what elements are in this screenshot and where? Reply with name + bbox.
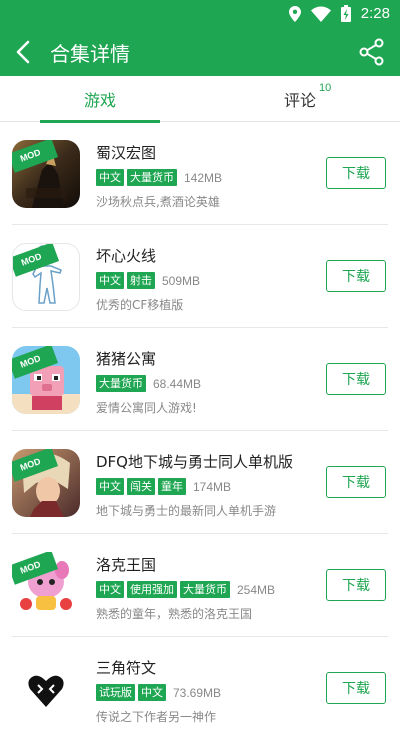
tag: 中文 — [96, 272, 124, 289]
list-item[interactable]: MOD 洛克王国 中文 使用强加 大量货币 254MB 熟悉的童年，熟悉的洛克王… — [12, 534, 388, 637]
wifi-icon — [310, 6, 331, 22]
status-time: 2:28 — [360, 5, 390, 22]
status-bar: 2:28 — [0, 0, 400, 28]
tag: 中文 — [96, 478, 124, 495]
game-description: 沙场秋点兵,煮酒论英雄 — [96, 195, 220, 209]
game-name: 坏心火线 — [96, 247, 157, 265]
tag: 中文 — [138, 684, 166, 701]
tag: 大量货币 — [96, 375, 146, 392]
tag: 中文 — [96, 169, 124, 186]
tab-comments-label: 评论 — [283, 91, 316, 110]
tag: 射击 — [127, 272, 155, 289]
file-size: 174MB — [193, 479, 232, 494]
game-description: 优秀的CF移植版 — [96, 298, 184, 312]
share-button[interactable] — [358, 38, 386, 66]
game-name: DFQ地下城与勇士同人单机版 — [96, 453, 293, 471]
game-description: 爱情公寓同人游戏! — [96, 401, 197, 415]
tag: 闯关 — [127, 478, 155, 495]
file-size: 254MB — [237, 582, 276, 597]
tag: 使用强加 — [127, 581, 177, 598]
list-item[interactable]: MOD 蜀汉宏图 中文 大量货币 142MB 沙场秋点兵,煮酒论英雄 下载 — [12, 122, 388, 225]
page-title: 合集详情 — [50, 42, 130, 66]
tab-bar: 游戏 评论 10 — [0, 76, 400, 123]
download-button[interactable]: 下载 — [326, 260, 386, 292]
game-icon: MOD — [12, 449, 80, 517]
status-icons: 2:28 — [288, 5, 390, 22]
game-description: 地下城与勇士的最新同人单机手游 — [96, 504, 277, 518]
tag: 大量货币 — [180, 581, 230, 598]
download-button[interactable]: 下载 — [326, 672, 386, 704]
file-size: 73.69MB — [173, 685, 222, 700]
tag-row: 中文 闯关 童年 174MB — [96, 478, 231, 495]
game-name: 猪猪公寓 — [96, 350, 157, 368]
game-icon: MOD — [12, 346, 80, 414]
tag: 试玩版 — [96, 684, 135, 701]
chevron-left-icon — [16, 40, 30, 64]
game-name: 三角符文 — [96, 659, 157, 677]
tag-row: 中文 大量货币 142MB — [96, 169, 222, 186]
tag-row: 试玩版 中文 73.69MB — [96, 684, 221, 701]
tag-row: 中文 射击 509MB — [96, 272, 200, 289]
game-icon: MOD — [12, 552, 80, 620]
game-icon: MOD — [12, 140, 80, 208]
back-button[interactable] — [10, 38, 38, 66]
game-icon — [12, 655, 80, 723]
file-size: 142MB — [184, 170, 223, 185]
file-size: 509MB — [162, 273, 201, 288]
tag-row: 中文 使用强加 大量货币 254MB — [96, 581, 275, 598]
tab-comments[interactable]: 评论 10 — [200, 76, 400, 122]
download-button[interactable]: 下载 — [326, 157, 386, 189]
tag: 童年 — [158, 478, 186, 495]
battery-icon — [340, 5, 351, 22]
game-description: 熟悉的童年，熟悉的洛克王国 — [96, 607, 253, 621]
app-bar: 合集详情 — [0, 28, 400, 76]
tag-row: 大量货币 68.44MB — [96, 375, 201, 392]
list-item[interactable]: MOD 猪猪公寓 大量货币 68.44MB 爱情公寓同人游戏! 下载 — [12, 328, 388, 431]
game-name: 洛克王国 — [96, 556, 157, 574]
tag: 大量货币 — [127, 169, 177, 186]
download-button[interactable]: 下载 — [326, 363, 386, 395]
game-name: 蜀汉宏图 — [96, 144, 157, 162]
location-icon — [288, 5, 301, 22]
comment-count-badge: 10 — [319, 82, 332, 94]
tab-games-label: 游戏 — [83, 91, 116, 110]
list-item[interactable]: MOD 坏心火线 中文 射击 509MB 优秀的CF移植版 下载 — [12, 225, 388, 328]
tab-games[interactable]: 游戏 — [0, 76, 200, 123]
list-item[interactable]: 三角符文 试玩版 中文 73.69MB 传说之下作者另一神作 下载 — [12, 637, 388, 740]
share-icon — [359, 38, 384, 66]
game-list: MOD 蜀汉宏图 中文 大量货币 142MB 沙场秋点兵,煮酒论英雄 下载 MO… — [0, 122, 400, 740]
list-item[interactable]: MOD DFQ地下城与勇士同人单机版 中文 闯关 童年 174MB 地下城与勇士… — [12, 431, 388, 534]
game-description: 传说之下作者另一神作 — [96, 710, 217, 724]
download-button[interactable]: 下载 — [326, 569, 386, 601]
deltarune-heart-icon — [12, 655, 80, 723]
game-icon: MOD — [12, 243, 80, 311]
file-size: 68.44MB — [153, 376, 202, 391]
download-button[interactable]: 下载 — [326, 466, 386, 498]
tag: 中文 — [96, 581, 124, 598]
